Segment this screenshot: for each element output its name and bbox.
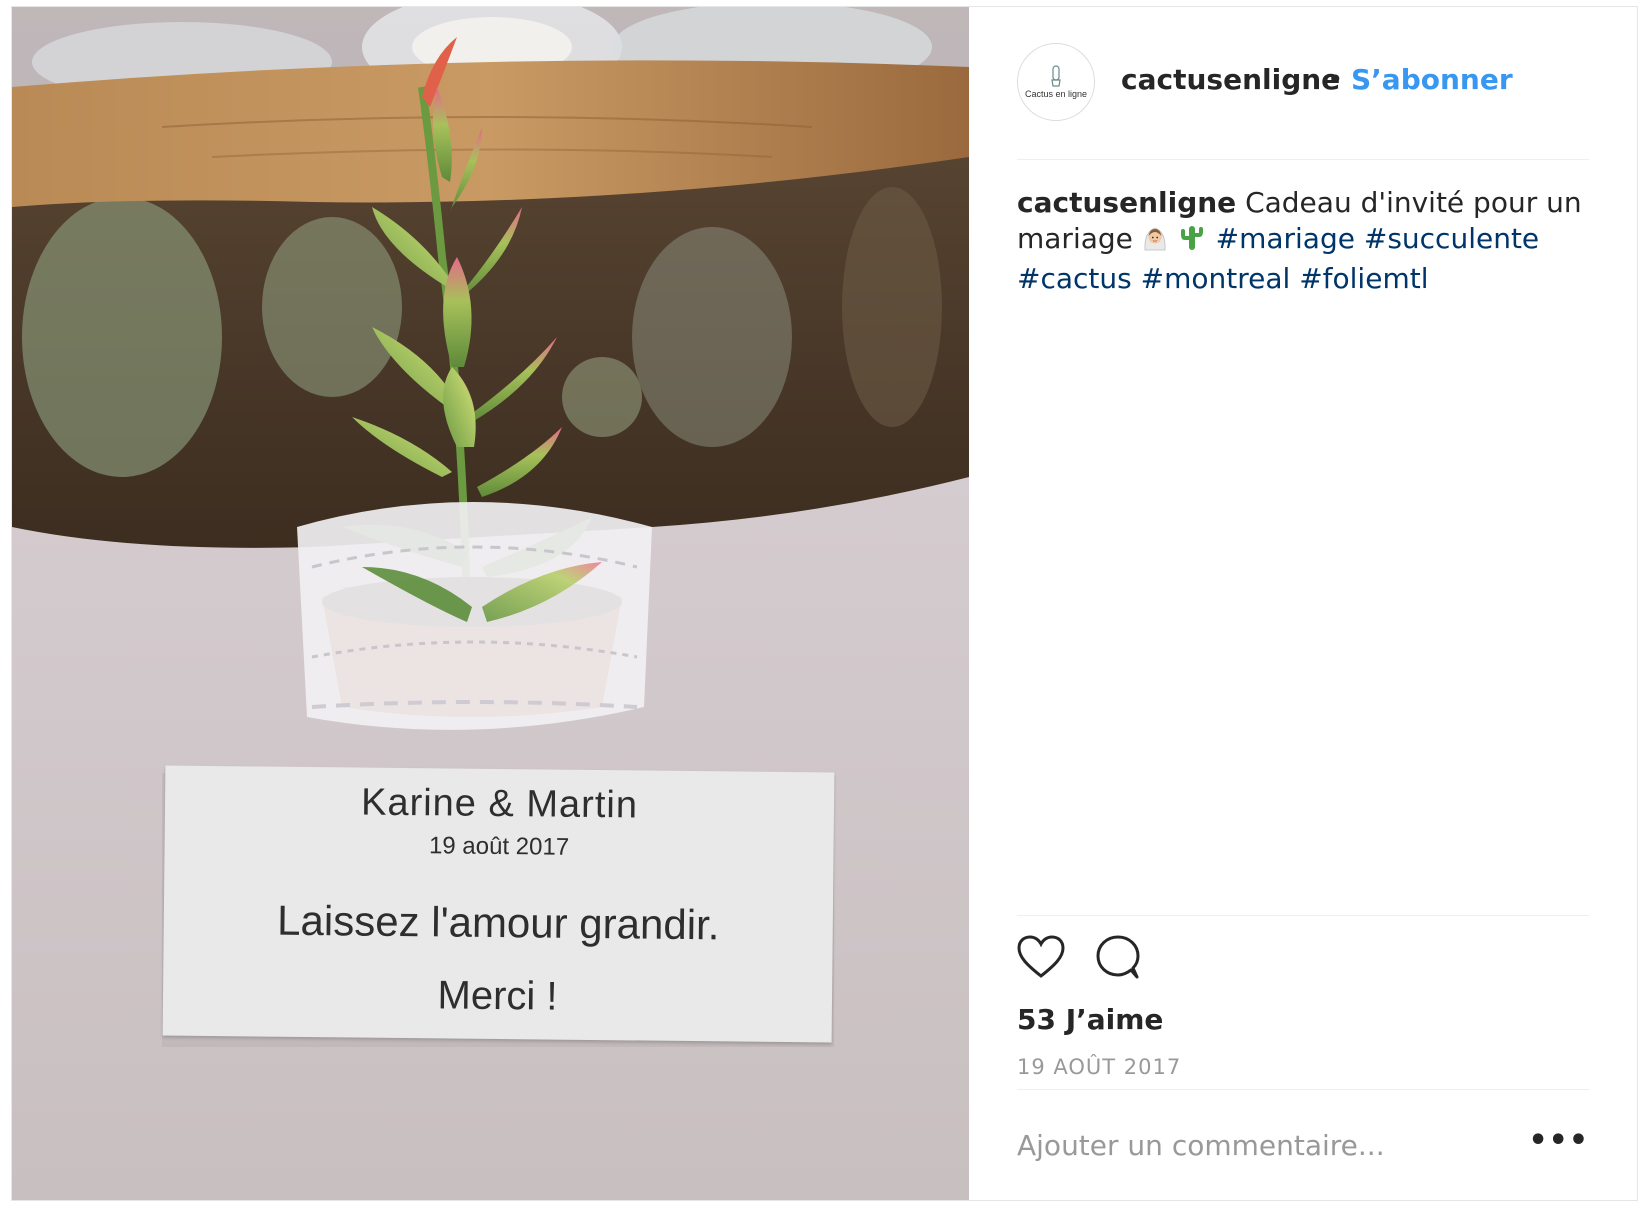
card-message: Laissez l'amour grandir. <box>276 896 720 949</box>
post-caption: cactusenligne Cadeau d'invité pour un ma… <box>1017 185 1589 297</box>
caption-text-line1: Cadeau d'invité pour un <box>1245 186 1582 219</box>
header-divider <box>1017 159 1589 160</box>
post-date[interactable]: 19 AOÛT 2017 <box>1017 1055 1181 1079</box>
hashtag-link[interactable]: #cactus <box>1017 262 1132 295</box>
comment-input[interactable] <box>1017 1125 1537 1165</box>
hashtag-link[interactable]: #succulente <box>1364 222 1539 255</box>
likes-count[interactable]: 53 J’aime <box>1017 1003 1163 1036</box>
hashtag-link[interactable]: #foliemtl <box>1299 262 1428 295</box>
separator-dot: • <box>1327 63 1344 96</box>
place-card: Karine & Martin 19 août 2017 Laissez l'a… <box>162 765 835 1043</box>
instagram-post: Karine & Martin 19 août 2017 Laissez l'a… <box>11 6 1638 1201</box>
cactus-emoji-icon <box>1180 224 1203 261</box>
username-link[interactable]: cactusenligne <box>1121 63 1340 96</box>
post-photo[interactable]: Karine & Martin 19 août 2017 Laissez l'a… <box>12 7 969 1200</box>
post-header: Cactus en ligne cactusenligne • S’abonne… <box>1017 43 1589 123</box>
hashtag-link[interactable]: #mariage <box>1216 222 1355 255</box>
hashtag-link[interactable]: #montreal <box>1141 262 1291 295</box>
comment-icon[interactable] <box>1095 935 1141 983</box>
cactus-logo-icon <box>1051 65 1061 87</box>
post-side-panel: Cactus en ligne cactusenligne • S’abonne… <box>969 7 1637 1200</box>
heart-icon[interactable] <box>1017 935 1065 983</box>
card-thanks: Merci ! <box>437 973 558 1019</box>
follow-button[interactable]: S’abonner <box>1351 63 1513 96</box>
caption-username[interactable]: cactusenligne <box>1017 186 1236 219</box>
comment-divider <box>1017 1089 1589 1090</box>
card-names: Karine & Martin <box>360 781 639 827</box>
more-options-icon[interactable]: ••• <box>1528 1126 1589 1156</box>
avatar[interactable]: Cactus en ligne <box>1017 43 1095 121</box>
caption-text-line2: mariage <box>1017 222 1133 255</box>
avatar-text: Cactus en ligne <box>1024 89 1088 99</box>
bride-emoji-icon <box>1142 224 1168 261</box>
actions-divider <box>1017 915 1589 916</box>
card-date: 19 août 2017 <box>428 832 570 861</box>
